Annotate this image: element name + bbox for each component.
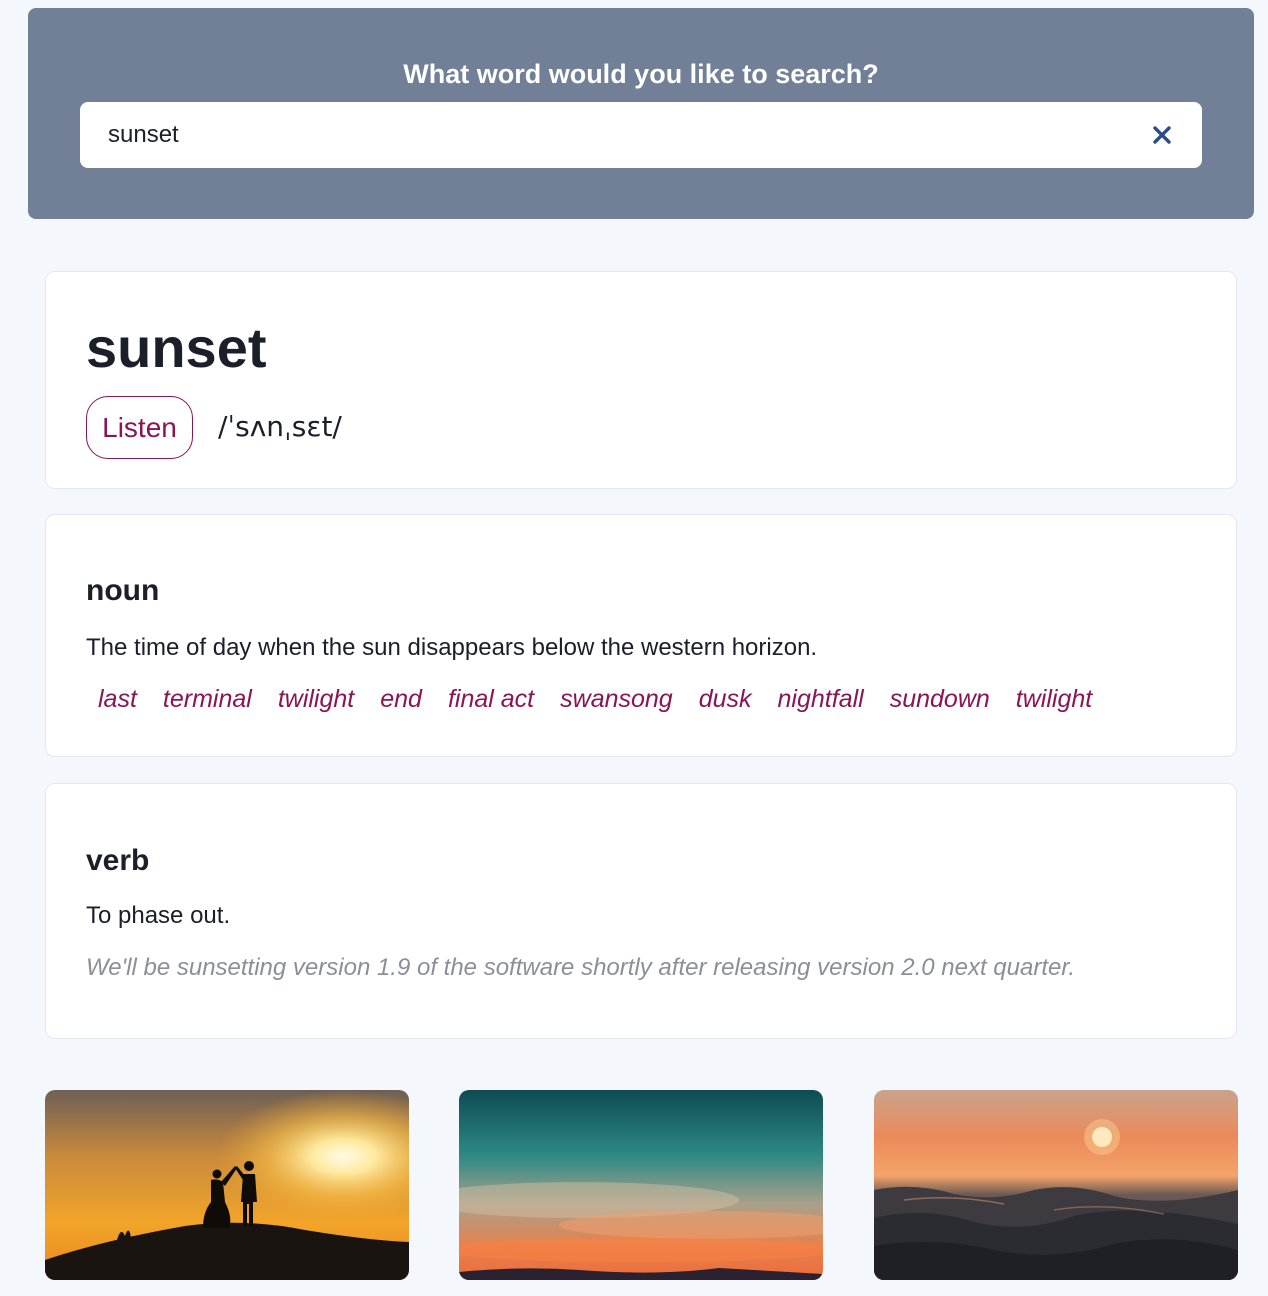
phonetic-text: /ˈsʌnˌsɛt/ <box>218 410 342 443</box>
synonym-link[interactable]: nightfall <box>778 684 864 714</box>
example-sentence: We'll be sunsetting version 1.9 of the s… <box>86 954 1076 981</box>
part-of-speech: verb <box>86 844 150 877</box>
word-title: sunset <box>86 316 267 379</box>
synonym-link[interactable]: end <box>380 684 422 714</box>
synonym-link[interactable]: twilight <box>1016 684 1092 714</box>
teal-orange-sky-photo[interactable] <box>459 1090 823 1280</box>
synonym-link[interactable]: final act <box>448 684 534 714</box>
ocean-waves-sunset-photo[interactable] <box>874 1090 1238 1280</box>
listen-button[interactable]: Listen <box>86 396 193 459</box>
close-icon <box>1153 126 1171 144</box>
clear-search-button[interactable] <box>1150 123 1174 147</box>
synonym-link[interactable]: dusk <box>699 684 752 714</box>
meaning-card-verb: verb To phase out. We'll be sunsetting v… <box>45 783 1237 1039</box>
synonym-link[interactable]: sundown <box>890 684 990 714</box>
word-card: sunset Listen /ˈsʌnˌsɛt/ <box>45 271 1237 489</box>
couple-silhouette-sunset-photo[interactable] <box>45 1090 409 1280</box>
synonym-link[interactable]: twilight <box>278 684 354 714</box>
search-heading: What word would you like to search? <box>403 59 879 89</box>
definition: To phase out. <box>86 902 231 929</box>
definition: The time of day when the sun disappears … <box>86 634 818 661</box>
search-box <box>80 102 1202 168</box>
search-input[interactable] <box>108 102 1108 168</box>
part-of-speech: noun <box>86 574 160 607</box>
search-panel: What word would you like to search? <box>28 8 1254 219</box>
meaning-card-noun: noun The time of day when the sun disapp… <box>45 514 1237 757</box>
synonym-link[interactable]: terminal <box>163 684 252 714</box>
synonym-link[interactable]: last <box>98 684 137 714</box>
synonym-link[interactable]: swansong <box>560 684 673 714</box>
synonym-list: last terminal twilight end final act swa… <box>98 684 1118 714</box>
